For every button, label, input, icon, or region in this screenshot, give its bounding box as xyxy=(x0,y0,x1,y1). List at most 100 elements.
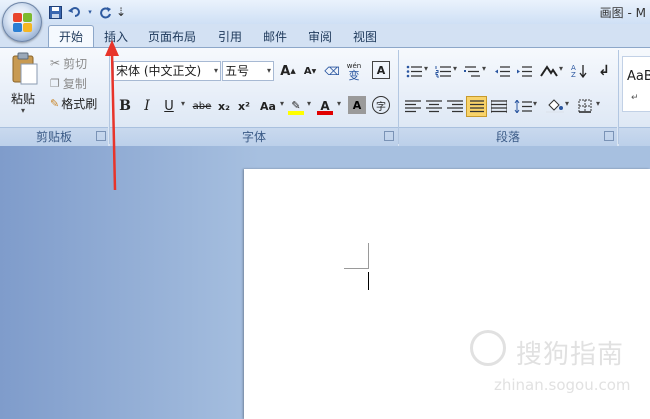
chinese-layout-button[interactable] xyxy=(538,61,560,81)
font-launcher-icon[interactable] xyxy=(384,131,394,141)
subscript-button[interactable]: x₂ xyxy=(214,96,234,116)
underline-button[interactable]: U xyxy=(159,96,179,116)
watermark-url: zhinan.sogou.com xyxy=(494,376,631,394)
format-painter-button[interactable]: ✎ 格式刷 xyxy=(50,93,106,113)
align-center-button[interactable] xyxy=(424,96,444,116)
scissors-icon: ✂ xyxy=(50,56,61,70)
styles-group-label xyxy=(619,127,650,146)
margin-corner-mark xyxy=(344,268,368,269)
cut-button[interactable]: ✂ 剪切 xyxy=(50,53,96,73)
numbering-icon xyxy=(435,65,451,78)
line-spacing-button[interactable] xyxy=(512,96,534,116)
character-border-icon: A xyxy=(376,63,386,77)
red-arrow-annotation xyxy=(105,40,119,191)
align-right-button[interactable] xyxy=(445,96,465,116)
font-color-dropdown-icon[interactable]: ▾ xyxy=(337,99,341,108)
sort-button[interactable]: AZ xyxy=(569,61,589,81)
shading-dropdown-icon[interactable]: ▾ xyxy=(565,99,569,108)
multilevel-list-button[interactable] xyxy=(461,61,483,81)
copy-icon: ❐ xyxy=(50,76,60,90)
line-spacing-icon xyxy=(514,99,532,113)
format-painter-label: 格式刷 xyxy=(61,96,98,111)
distributed-icon xyxy=(491,99,507,113)
enclose-characters-button[interactable]: 字 xyxy=(372,96,390,114)
superscript-button[interactable]: x² xyxy=(234,96,254,116)
office-logo-yellow xyxy=(23,23,32,32)
align-right-icon xyxy=(447,99,463,112)
style-sample-mark: ↵ xyxy=(631,93,639,103)
undo-dropdown-icon[interactable]: ▾ xyxy=(86,4,94,21)
redo-icon[interactable] xyxy=(96,4,114,21)
clipboard-group-label: 剪贴板 xyxy=(0,127,108,146)
align-center-icon xyxy=(426,99,442,112)
shading-button[interactable] xyxy=(544,96,566,116)
distributed-button[interactable] xyxy=(489,96,509,116)
tab-page-layout[interactable]: 页面布局 xyxy=(142,27,202,47)
decrease-indent-button[interactable] xyxy=(492,61,512,81)
show-hide-marks-button[interactable]: ↲ xyxy=(594,61,614,81)
italic-button[interactable]: I xyxy=(137,96,157,116)
customize-toolbar-icon[interactable]: ⇣ xyxy=(116,4,126,21)
tab-references[interactable]: 引用 xyxy=(210,27,250,47)
copy-button[interactable]: ❐ 复制 xyxy=(50,73,96,93)
watermark-text: 搜狗指南 xyxy=(516,340,625,370)
tab-mailings[interactable]: 邮件 xyxy=(255,27,295,47)
styles-gallery[interactable]: AaBl ↵ xyxy=(622,56,650,112)
office-button[interactable] xyxy=(2,2,42,42)
highlight-color-swatch xyxy=(288,111,304,115)
decrease-indent-icon xyxy=(495,65,510,77)
grow-font-icon: A xyxy=(280,63,291,79)
paragraph-launcher-icon[interactable] xyxy=(604,131,614,141)
highlight-dropdown-icon[interactable]: ▾ xyxy=(307,99,311,108)
chinese-layout-dropdown-icon[interactable]: ▾ xyxy=(559,64,563,73)
font-color-swatch xyxy=(317,111,333,115)
sort-icon: AZ xyxy=(571,64,587,78)
align-left-button[interactable] xyxy=(403,96,423,116)
font-color-button[interactable]: A xyxy=(315,96,335,116)
bullets-dropdown-icon[interactable]: ▾ xyxy=(424,64,428,73)
multilevel-list-icon xyxy=(464,65,480,77)
borders-icon xyxy=(578,99,592,113)
phonetic-guide-char: 变 xyxy=(348,69,360,82)
save-icon[interactable] xyxy=(46,4,64,21)
office-logo-blue xyxy=(13,23,22,32)
paste-label: 粘贴 xyxy=(11,92,36,106)
grow-font-button[interactable]: A ▲ xyxy=(278,61,298,81)
tab-view[interactable]: 视图 xyxy=(345,27,385,47)
numbering-dropdown-icon[interactable]: ▾ xyxy=(453,64,457,73)
font-size-combo[interactable]: 五号 ▾ xyxy=(222,61,274,81)
highlight-button[interactable]: ✎ xyxy=(286,96,306,116)
bullets-icon xyxy=(406,65,422,77)
borders-dropdown-icon[interactable]: ▾ xyxy=(596,99,600,108)
watermark-logo-icon xyxy=(470,330,506,366)
paste-dropdown-icon: ▾ xyxy=(21,106,26,115)
svg-text:Z: Z xyxy=(571,71,576,78)
borders-button[interactable] xyxy=(575,96,595,116)
paste-button[interactable]: 粘贴 ▾ xyxy=(8,52,42,118)
justify-button[interactable] xyxy=(466,96,487,117)
tab-review[interactable]: 审阅 xyxy=(300,27,340,47)
character-shading-button[interactable]: A xyxy=(348,96,366,114)
character-border-button[interactable]: A xyxy=(372,61,390,79)
undo-icon[interactable] xyxy=(66,4,84,21)
underline-dropdown-icon[interactable]: ▾ xyxy=(181,99,185,108)
change-case-button[interactable]: Aa xyxy=(255,96,281,116)
text-cursor xyxy=(368,272,369,290)
line-spacing-dropdown-icon[interactable]: ▾ xyxy=(533,99,537,108)
tab-home[interactable]: 开始 xyxy=(48,25,94,49)
increase-indent-button[interactable] xyxy=(514,61,534,81)
shrink-font-button[interactable]: A ▼ xyxy=(300,61,320,81)
quick-access-toolbar: ▾ ⇣ xyxy=(46,3,126,21)
change-case-dropdown-icon[interactable]: ▾ xyxy=(280,99,284,108)
chevron-down-icon: ▾ xyxy=(213,66,218,75)
bullets-button[interactable] xyxy=(403,61,425,81)
clear-formatting-button[interactable]: ⌫ xyxy=(322,61,342,81)
phonetic-guide-button[interactable]: wén 变 xyxy=(344,61,364,81)
numbering-button[interactable] xyxy=(432,61,454,81)
increase-indent-icon xyxy=(517,65,532,77)
shrink-font-icon: A xyxy=(303,65,312,77)
strikethrough-button[interactable]: abe xyxy=(190,96,214,116)
multilevel-dropdown-icon[interactable]: ▾ xyxy=(482,64,486,73)
window-title: 画图 - M xyxy=(599,6,646,20)
margin-corner-mark xyxy=(368,243,369,269)
